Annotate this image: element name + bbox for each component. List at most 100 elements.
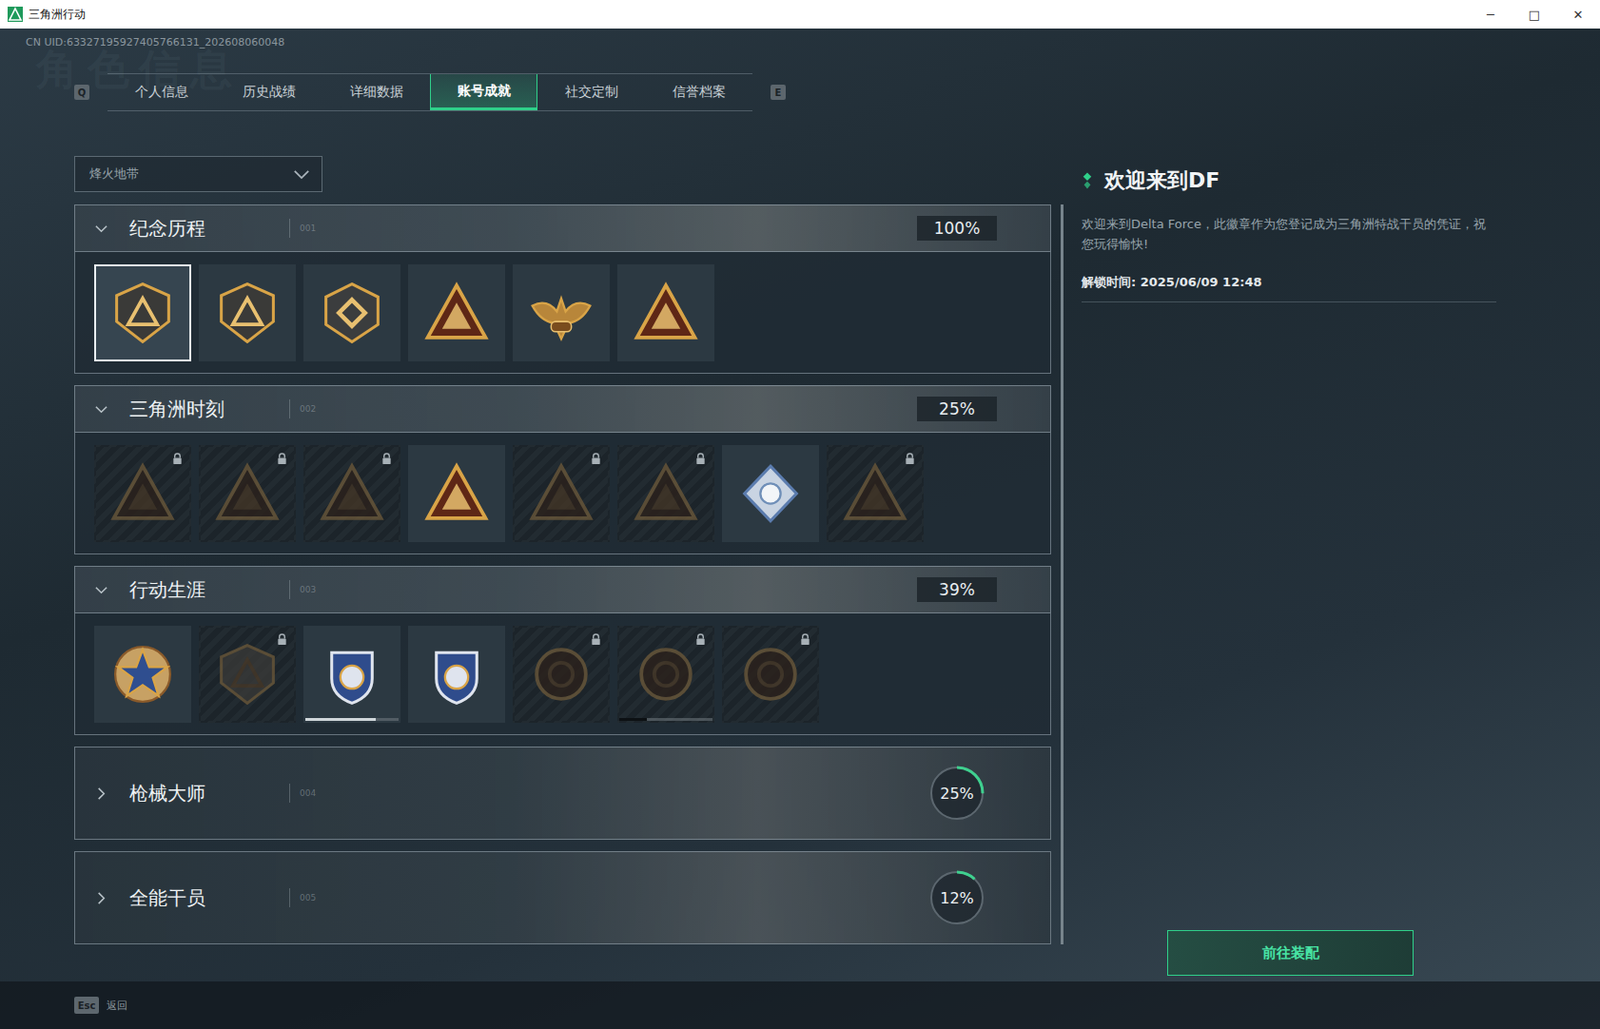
tab-bar: Q 个人信息历史战绩详细数据账号成就社交定制信誉档案 E	[74, 73, 1600, 112]
triangle-badge-icon	[629, 457, 703, 530]
triangle-badge-icon	[420, 457, 493, 530]
badge-title: 欢迎来到DF	[1104, 166, 1220, 196]
badge-tile[interactable]	[408, 264, 506, 362]
section-header[interactable]: 三角洲时刻 002 25%	[74, 385, 1052, 433]
section-header[interactable]: 枪械大师 004 25%	[74, 746, 1052, 840]
badge-progress-bar	[305, 718, 399, 722]
footer-bar: Esc 返回	[0, 981, 1600, 1029]
achievement-section: 三角洲时刻 002 25%	[74, 385, 1052, 555]
section-progress-ring: 25%	[927, 763, 987, 823]
section-index: 003	[299, 585, 316, 595]
lock-icon	[589, 452, 603, 466]
expand-chevron-icon	[94, 221, 109, 236]
star-badge-icon	[106, 638, 179, 711]
badge-tile[interactable]	[408, 625, 506, 723]
badge-row	[74, 432, 1052, 555]
badge-tile[interactable]	[826, 445, 924, 543]
badge-tile[interactable]	[198, 625, 296, 723]
badge-tile[interactable]	[94, 445, 192, 543]
scrollbar[interactable]	[1060, 204, 1064, 945]
hex-badge-icon	[315, 276, 389, 350]
tab[interactable]: 详细数据	[322, 74, 430, 111]
lock-icon	[799, 633, 812, 646]
lock-icon	[380, 452, 393, 466]
tab[interactable]: 信誉档案	[644, 74, 753, 111]
triangle-badge-icon	[315, 457, 389, 530]
achievement-section: 行动生涯 003 39%	[74, 565, 1052, 736]
lock-icon	[275, 452, 289, 466]
section-title: 全能干员	[129, 885, 290, 912]
eagle-badge-icon	[525, 276, 598, 350]
badge-progress-bar	[619, 718, 713, 722]
mode-select[interactable]: 烽火地带	[74, 156, 323, 193]
equip-button[interactable]: 前往装配	[1167, 930, 1414, 976]
crest-badge-icon	[315, 638, 389, 711]
badge-row	[74, 252, 1052, 374]
badge-tile[interactable]	[512, 264, 610, 362]
delta-logo-icon	[7, 6, 23, 22]
window-control-button[interactable]: ✕	[1556, 0, 1600, 29]
window-title: 三角洲行动	[28, 6, 86, 23]
section-progress-ring: 12%	[927, 868, 987, 928]
badge-tile[interactable]	[617, 625, 715, 723]
section-percent: 25%	[917, 396, 997, 422]
section-percent: 39%	[917, 577, 997, 603]
section-title: 行动生涯	[129, 577, 290, 604]
section-percent: 25%	[927, 763, 987, 823]
badge-tile[interactable]	[198, 445, 296, 543]
tab[interactable]: 社交定制	[537, 74, 645, 111]
game-window: 三角洲行动─□✕角色信息CN UID:63327195927405766131_…	[0, 0, 1600, 1029]
triangle-badge-icon	[629, 276, 703, 350]
diamond-marker-icon	[1081, 170, 1093, 192]
badge-tile[interactable]	[94, 264, 192, 362]
window-control-button[interactable]: □	[1512, 0, 1557, 29]
lock-icon	[171, 452, 184, 466]
badge-tile[interactable]	[512, 625, 610, 723]
badge-tile[interactable]	[303, 625, 401, 723]
expand-chevron-icon	[94, 891, 109, 906]
section-percent: 100%	[917, 215, 997, 241]
section-header[interactable]: 纪念历程 001 100%	[74, 204, 1052, 253]
tab[interactable]: 历史战绩	[214, 74, 323, 111]
badge-tile[interactable]	[198, 264, 296, 362]
tab[interactable]: 个人信息	[107, 74, 215, 111]
badge-tile[interactable]	[303, 264, 401, 362]
prev-tab-key[interactable]: Q	[74, 84, 90, 100]
section-index: 001	[299, 223, 316, 234]
lock-icon	[275, 633, 289, 646]
section-index: 004	[299, 788, 316, 799]
badge-tile[interactable]	[617, 264, 715, 362]
triangle-badge-icon	[420, 276, 493, 350]
section-header[interactable]: 行动生涯 003 39%	[74, 565, 1052, 614]
lock-icon	[694, 633, 707, 646]
section-index: 005	[299, 893, 316, 903]
badge-tile[interactable]	[721, 445, 820, 543]
badge-description: 欢迎来到Delta Force，此徽章作为您登记成为三角洲特战干员的凭证，祝您玩…	[1081, 214, 1496, 254]
badge-tile[interactable]	[512, 445, 610, 543]
badge-tile[interactable]	[303, 445, 401, 543]
section-header[interactable]: 全能干员 005 12%	[74, 851, 1052, 945]
section-title: 三角洲时刻	[129, 396, 290, 423]
lock-icon	[903, 452, 917, 466]
section-percent: 12%	[927, 868, 987, 928]
title-bar: 三角洲行动 ─□✕	[0, 0, 1600, 29]
section-title: 纪念历程	[129, 215, 290, 242]
section-title: 枪械大师	[129, 780, 290, 807]
achievement-section: 枪械大师 004 25%	[74, 746, 1052, 840]
badge-tile[interactable]	[94, 625, 192, 723]
esc-key[interactable]: Esc	[74, 996, 99, 1015]
back-label[interactable]: 返回	[106, 998, 128, 1014]
badge-tile[interactable]	[617, 445, 715, 543]
achievement-section: 全能干员 005 12%	[74, 851, 1052, 945]
window-control-button[interactable]: ─	[1468, 0, 1513, 29]
tab[interactable]: 账号成就	[429, 74, 538, 111]
round-badge-icon	[734, 638, 807, 711]
round-badge-icon	[525, 638, 598, 711]
badge-tile[interactable]	[408, 445, 506, 543]
next-tab-key[interactable]: E	[770, 84, 786, 100]
expand-chevron-icon	[94, 583, 109, 598]
section-index: 002	[299, 404, 316, 414]
round-badge-icon	[629, 638, 703, 711]
mode-select-value: 烽火地带	[89, 165, 139, 183]
badge-tile[interactable]	[721, 625, 820, 723]
